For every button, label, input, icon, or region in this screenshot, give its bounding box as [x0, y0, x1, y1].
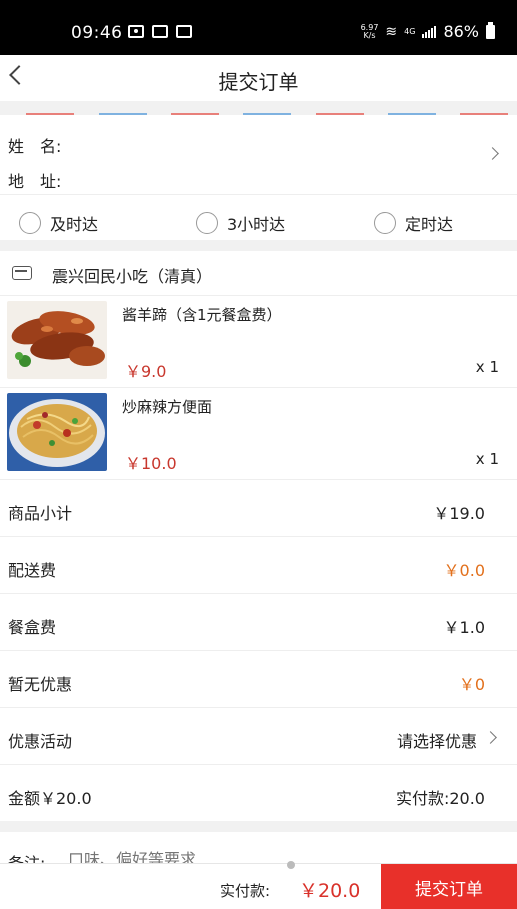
- subtotal-value: ￥19.0: [433, 504, 485, 523]
- total-row: 金额￥20.0 实付款:20.0: [0, 764, 517, 821]
- notification-icons: [128, 25, 192, 38]
- radio-icon[interactable]: [374, 212, 396, 234]
- item-quantity: x 1: [475, 358, 499, 376]
- subtotal-row: 商品小计 ￥19.0: [0, 479, 517, 536]
- radio-icon[interactable]: [196, 212, 218, 234]
- battery-icon: [486, 21, 495, 39]
- chevron-right-icon[interactable]: [484, 731, 497, 744]
- status-time: 09:46: [71, 23, 123, 43]
- checkout-bar: 实付款: ￥20.0 提交订单: [0, 863, 517, 909]
- box-fee-value: ￥1.0: [443, 618, 485, 637]
- notification-icon: [128, 25, 144, 38]
- spicy-fried-noodles-photo: [7, 393, 107, 471]
- discount-row: 暂无优惠 ￥0: [0, 650, 517, 707]
- chevron-right-icon[interactable]: [486, 147, 499, 160]
- promotion-label: 优惠活动: [8, 732, 73, 751]
- item-price: ￥9.0: [125, 362, 167, 381]
- delivery-option-label: 及时达: [50, 215, 99, 234]
- subtotal-label: 商品小计: [8, 504, 73, 523]
- app-header: 提交订单: [0, 55, 517, 101]
- promotion-select[interactable]: 请选择优惠: [397, 728, 477, 752]
- status-bar: 09:46 6.97 K/s ≋ 4G 86%: [0, 0, 517, 55]
- delivery-options: 及时达 3小时达 定时达: [0, 194, 517, 240]
- pay-amount: ￥20.0: [299, 880, 361, 902]
- name-label: 姓 名:: [8, 137, 62, 156]
- net-type: 4G: [404, 26, 416, 36]
- delivery-fee-row: 配送费 ￥0.0: [0, 536, 517, 593]
- order-summary: 商品小计 ￥19.0 配送费 ￥0.0 餐盒费 ￥1.0 暂无优惠 ￥0 优惠活…: [0, 479, 517, 821]
- shop-header: 震兴回民小吃（清真）: [0, 251, 517, 295]
- delivery-option-scheduled[interactable]: 定时达: [374, 211, 453, 235]
- pay-label: 实付款:: [220, 882, 271, 900]
- gallery-icon: [176, 25, 192, 38]
- page-title: 提交订单: [218, 70, 299, 94]
- speed-unit: K/s: [363, 30, 376, 40]
- network-speed: 6.97 K/s: [361, 23, 379, 40]
- delivery-option-label: 定时达: [405, 215, 454, 234]
- delivery-option-3h[interactable]: 3小时达: [196, 211, 285, 235]
- box-fee-label: 餐盒费: [8, 618, 57, 637]
- shop-order-block: 震兴回民小吃（清真） 酱羊蹄（含1元餐盒费） ￥9.0 x 1 炒麻辣方便面 ￥…: [0, 251, 517, 479]
- wifi-icon: ≋: [385, 23, 398, 40]
- delivery-fee-label: 配送费: [8, 561, 57, 580]
- item-quantity: x 1: [475, 450, 499, 468]
- discount-value: ￥0: [458, 675, 485, 694]
- address-selector[interactable]: 姓 名: 地 址:: [0, 115, 517, 194]
- braised-lamb-trotters-photo: [7, 301, 107, 379]
- order-item: 酱羊蹄（含1元餐盒费） ￥9.0 x 1: [0, 295, 517, 387]
- box-fee-row: 餐盒费 ￥1.0: [0, 593, 517, 650]
- delivery-option-immediate[interactable]: 及时达: [19, 211, 98, 235]
- item-name: 酱羊蹄（含1元餐盒费）: [122, 306, 282, 324]
- store-icon: [12, 266, 32, 280]
- address-label: 地 址:: [8, 172, 62, 191]
- discount-label: 暂无优惠: [8, 675, 73, 694]
- submit-order-button[interactable]: 提交订单: [381, 864, 517, 909]
- message-icon: [152, 25, 168, 38]
- signal-icon: [422, 25, 437, 38]
- scroll-indicator: [287, 861, 295, 869]
- battery-level: 86%: [443, 22, 479, 41]
- status-right: 6.97 K/s ≋ 4G 86%: [361, 21, 495, 41]
- radio-icon[interactable]: [19, 212, 41, 234]
- order-item: 炒麻辣方便面 ￥10.0 x 1: [0, 387, 517, 479]
- delivery-fee-value: ￥0.0: [443, 561, 485, 580]
- item-name: 炒麻辣方便面: [122, 398, 213, 416]
- promotion-row[interactable]: 优惠活动 请选择优惠: [0, 707, 517, 764]
- actual-payment: 实付款:20.0: [395, 789, 485, 808]
- total-amount: 金额￥20.0: [8, 789, 92, 808]
- shop-name: 震兴回民小吃（清真）: [52, 267, 213, 286]
- item-price: ￥10.0: [125, 454, 177, 473]
- envelope-decoration: [0, 101, 517, 115]
- delivery-option-label: 3小时达: [227, 215, 286, 234]
